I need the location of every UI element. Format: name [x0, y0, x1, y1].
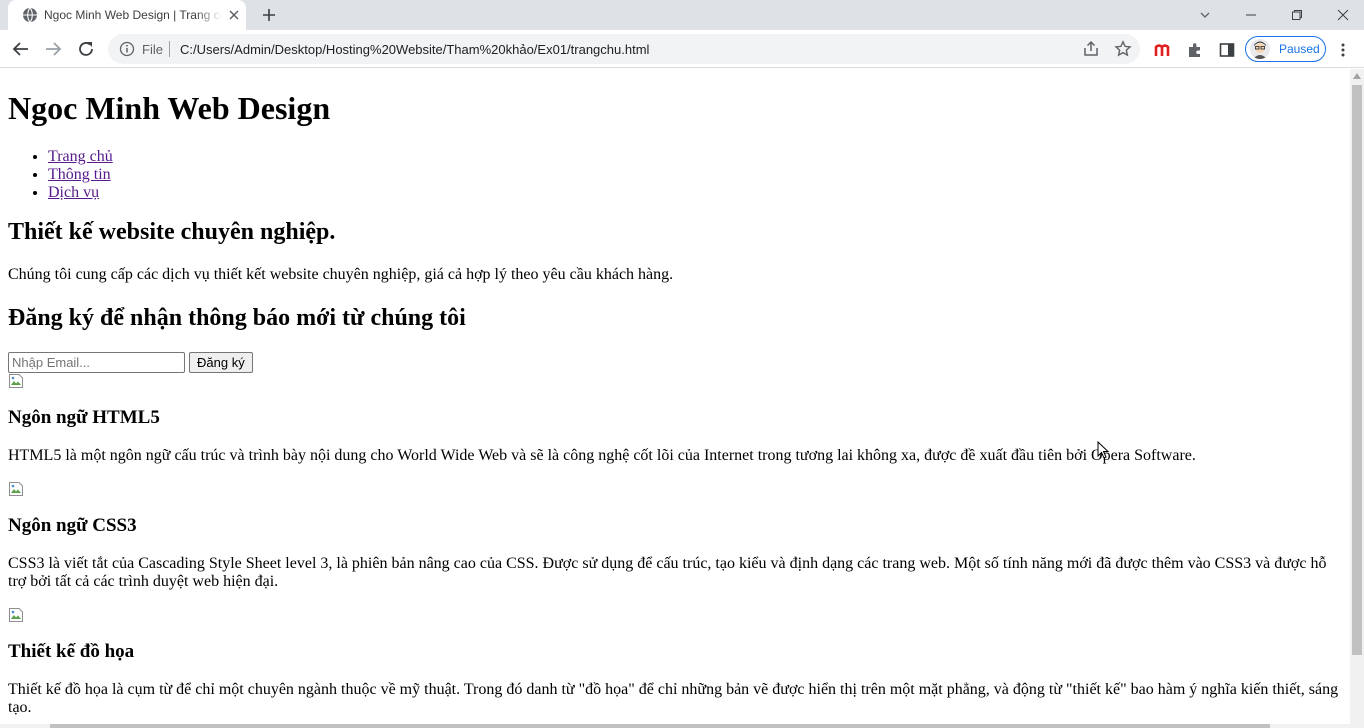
close-tab-icon[interactable]	[226, 7, 242, 23]
feature-text-css3: CSS3 là viết tắt của Cascading Style She…	[8, 555, 1327, 590]
feature-heading-css3: Ngôn ngữ CSS3	[8, 515, 137, 536]
new-tab-plus-icon[interactable]	[259, 5, 279, 25]
hero-text: Chúng tôi cung cấp các dịch vụ thiết kết…	[8, 266, 674, 283]
page-body: Ngoc Minh Web Design Trang chủ Thông tin…	[0, 90, 1350, 717]
file-scheme-label: File	[142, 42, 163, 57]
avatar	[1250, 39, 1270, 59]
bookmark-star-icon[interactable]	[1114, 40, 1132, 58]
page-viewport: Ngoc Minh Web Design Trang chủ Thông tin…	[0, 69, 1350, 728]
vertical-scroll-thumb[interactable]	[1352, 85, 1362, 655]
profile-button[interactable]: Paused	[1245, 36, 1326, 62]
address-bar[interactable]: File C:/Users/Admin/Desktop/Hosting%20We…	[108, 34, 1140, 64]
feature-text-graphic-design: Thiết kế đồ họa là cụm từ để chỉ một chu…	[8, 681, 1339, 716]
tab-title: Ngoc Minh Web Design | Trang chủ	[44, 8, 222, 22]
forward-arrow-icon[interactable]	[41, 37, 65, 61]
tab-search-chevron-down-icon[interactable]	[1182, 0, 1228, 30]
share-icon[interactable]	[1082, 40, 1100, 58]
site-title: Ngoc Minh Web Design	[8, 90, 331, 126]
nav-link-info[interactable]: Thông tin	[48, 166, 111, 183]
subscribe-button[interactable]: Đăng ký	[189, 352, 253, 373]
browser-toolbar: File C:/Users/Admin/Desktop/Hosting%20We…	[0, 30, 1364, 68]
profile-status: Paused	[1279, 42, 1320, 56]
minimize-icon[interactable]	[1228, 0, 1274, 30]
kebab-menu-icon[interactable]	[1335, 40, 1351, 60]
feature-text-html5: HTML5 là một ngôn ngữ cấu trúc và trình …	[8, 447, 1196, 464]
back-arrow-icon[interactable]	[9, 37, 33, 61]
broken-image-icon	[9, 374, 23, 388]
scroll-up-arrow-icon[interactable]	[1353, 73, 1361, 79]
nav-link-home[interactable]: Trang chủ	[48, 148, 113, 165]
address-separator	[169, 41, 170, 57]
nav-item-info: Thông tin	[48, 166, 1342, 184]
reload-icon[interactable]	[74, 37, 98, 61]
nav-item-services: Dịch vụ	[48, 184, 1342, 202]
close-window-icon[interactable]	[1320, 0, 1364, 30]
nav-item-home: Trang chủ	[48, 148, 1342, 166]
newsletter-form: Đăng ký	[8, 352, 1342, 373]
feature-heading-graphic-design: Thiết kế đồ họa	[8, 641, 135, 662]
email-input[interactable]	[8, 352, 185, 373]
hero-heading: Thiết kế website chuyên nghiệp.	[8, 219, 336, 245]
browser-tab[interactable]: Ngoc Minh Web Design | Trang chủ	[8, 0, 246, 30]
url-text[interactable]: C:/Users/Admin/Desktop/Hosting%20Website…	[180, 42, 649, 57]
globe-icon	[23, 7, 37, 23]
newsletter-heading: Đăng ký để nhận thông báo mới từ chúng t…	[8, 305, 466, 331]
horizontal-scroll-thumb[interactable]	[50, 724, 1270, 728]
side-panel-icon[interactable]	[1217, 40, 1237, 60]
broken-image-icon	[9, 482, 23, 496]
broken-image-icon	[9, 608, 23, 622]
nav-link-services[interactable]: Dịch vụ	[48, 184, 99, 201]
feature-heading-html5: Ngôn ngữ HTML5	[8, 407, 160, 428]
horizontal-scrollbar[interactable]	[0, 724, 1350, 728]
m-extension-icon[interactable]	[1153, 40, 1173, 60]
vertical-scrollbar[interactable]	[1350, 69, 1364, 728]
mouse-cursor-icon	[1097, 441, 1109, 459]
info-icon[interactable]	[119, 41, 135, 57]
extensions-puzzle-icon[interactable]	[1185, 40, 1205, 60]
restore-icon[interactable]	[1274, 0, 1320, 30]
main-nav: Trang chủ Thông tin Dịch vụ	[8, 148, 1342, 202]
tab-strip: Ngoc Minh Web Design | Trang chủ	[0, 0, 1364, 30]
